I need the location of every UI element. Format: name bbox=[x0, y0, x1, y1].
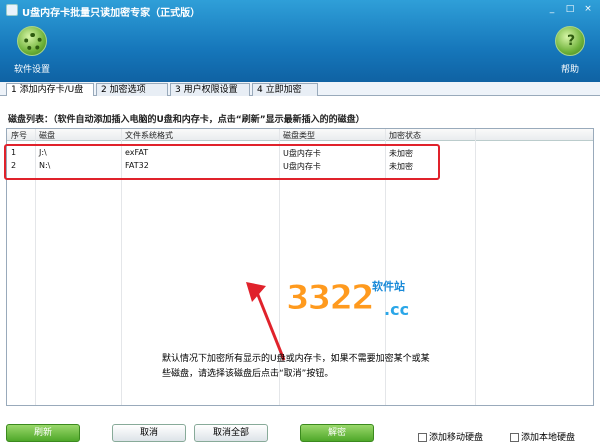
add-mobile-disk-checkbox[interactable]: 添加移动硬盘 bbox=[418, 430, 483, 442]
window-title: U盘内存卡批量只读加密专家（正式版） bbox=[22, 8, 201, 19]
watermark-number: 3322 bbox=[286, 278, 376, 319]
cancel-button[interactable]: 取消 bbox=[112, 424, 186, 442]
cancel-all-button[interactable]: 取消全部 bbox=[194, 424, 268, 442]
settings-label: 软件设置 bbox=[13, 65, 50, 75]
header-encrypt-status[interactable]: 加密状态 bbox=[389, 130, 421, 141]
help-icon: ? bbox=[555, 26, 585, 56]
help-button[interactable]: ? 帮助 bbox=[540, 26, 600, 75]
tab-user-permissions[interactable]: 3 用户权限设置 bbox=[170, 83, 250, 96]
checkbox-label: 添加移动硬盘 bbox=[429, 433, 484, 442]
help-label: 帮助 bbox=[560, 65, 579, 75]
app-icon bbox=[6, 4, 18, 16]
maximize-button[interactable]: □ bbox=[562, 3, 578, 15]
checkbox-box[interactable] bbox=[510, 433, 519, 442]
tab-add-card[interactable]: 1 添加内存卡/U盘 bbox=[6, 83, 94, 97]
header-index[interactable]: 序号 bbox=[11, 130, 27, 141]
table-header: 序号 磁盘 文件系统格式 磁盘类型 加密状态 bbox=[7, 129, 593, 141]
watermark-site: 软件站 bbox=[372, 280, 405, 293]
minimize-button[interactable]: _ bbox=[544, 3, 560, 15]
checkbox-box[interactable] bbox=[418, 433, 427, 442]
highlight-box bbox=[4, 144, 440, 180]
disk-list-instruction: 磁盘列表：（软件自动添加插入电脑的U盘和内存卡，点击“刷新”显示最新插入的的磁盘… bbox=[8, 115, 365, 125]
header-disk-type[interactable]: 磁盘类型 bbox=[283, 130, 315, 141]
bottom-toolbar: 刷新 取消 取消全部 解密 添加移动硬盘 添加本地硬盘 bbox=[0, 418, 600, 442]
app-header: U盘内存卡批量只读加密专家（正式版） _ □ × 软件设置 ? 帮助 bbox=[0, 0, 600, 82]
settings-button[interactable]: 软件设置 bbox=[2, 26, 62, 75]
close-button[interactable]: × bbox=[580, 3, 596, 15]
checkbox-label: 添加本地硬盘 bbox=[521, 433, 576, 442]
tab-bar: 1 添加内存卡/U盘 2 加密选项 3 用户权限设置 4 立即加密 bbox=[0, 82, 600, 97]
header-disk[interactable]: 磁盘 bbox=[39, 130, 55, 141]
refresh-button[interactable]: 刷新 bbox=[6, 424, 80, 442]
decrypt-button[interactable]: 解密 bbox=[300, 424, 374, 442]
watermark-logo: 3322 软件站 .cc bbox=[286, 274, 436, 330]
tab-encrypt-now[interactable]: 4 立即加密 bbox=[252, 83, 318, 96]
header-filesystem[interactable]: 文件系统格式 bbox=[125, 130, 173, 141]
watermark-suffix: .cc bbox=[384, 300, 410, 319]
add-local-disk-checkbox[interactable]: 添加本地硬盘 bbox=[510, 430, 575, 442]
main-panel: 磁盘列表：（软件自动添加插入电脑的U盘和内存卡，点击“刷新”显示最新插入的的磁盘… bbox=[0, 96, 600, 442]
help-note: 默认情况下加密所有显示的U盘或内存卡，如果不需要加密某个或某些磁盘，请选择该磁盘… bbox=[162, 354, 430, 379]
tab-encrypt-options[interactable]: 2 加密选项 bbox=[96, 83, 168, 96]
gear-icon bbox=[17, 26, 47, 56]
